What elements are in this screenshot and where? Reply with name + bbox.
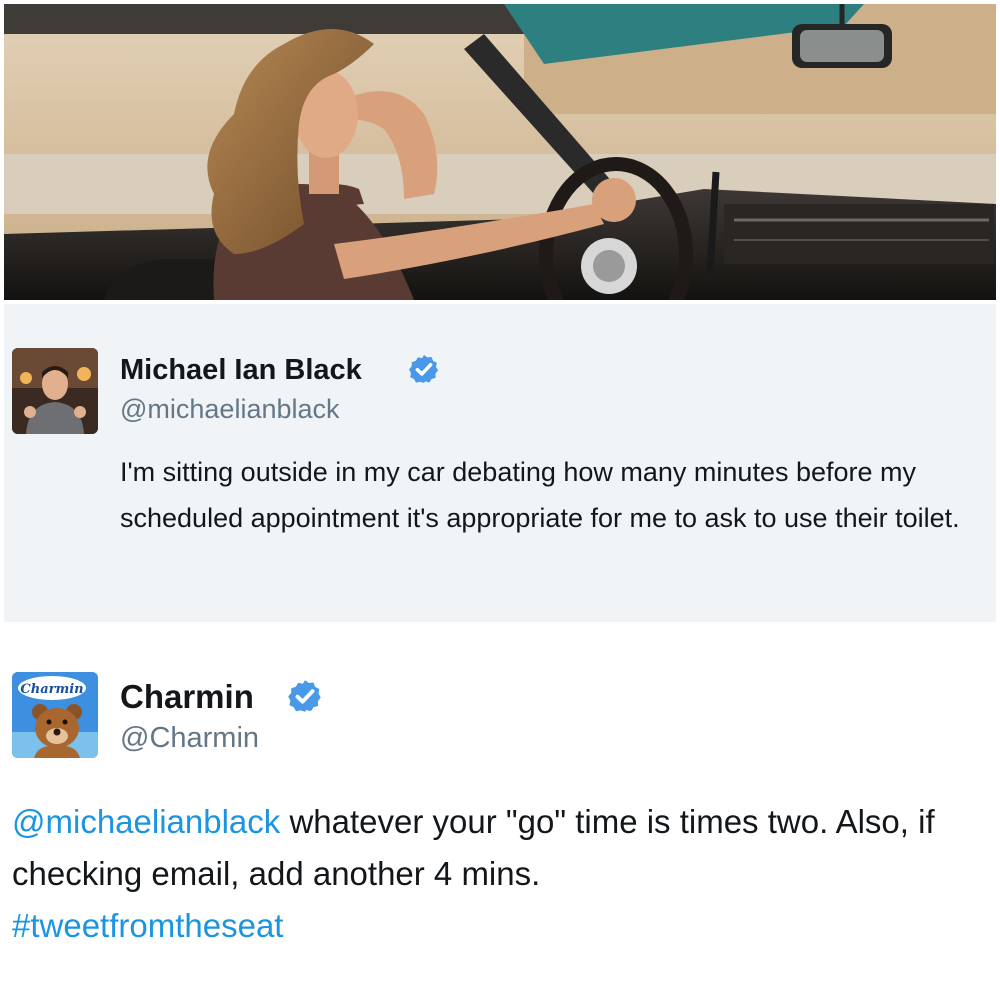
hashtag-link[interactable]: #tweetfromtheseat	[12, 907, 283, 944]
author-handle[interactable]: @Charmin	[120, 722, 259, 755]
header-photo	[4, 4, 996, 300]
avatar[interactable]: Charmin	[12, 672, 98, 758]
avatar[interactable]	[12, 348, 98, 434]
charmin-bear-logo-icon: Charmin	[12, 672, 98, 758]
author-name[interactable]: Charmin	[120, 678, 254, 716]
logo-text: Charmin	[20, 682, 83, 697]
tweet-text: I'm sitting outside in my car debating h…	[120, 457, 960, 533]
woman-driving-car-illustration	[4, 4, 996, 300]
author-name[interactable]: Michael Ian Black	[120, 354, 362, 387]
author-handle[interactable]: @michaelianblack	[120, 394, 340, 425]
verified-badge-icon	[409, 355, 438, 383]
tweet-text: @michaelianblack whatever your "go" time…	[12, 796, 992, 952]
profile-photo-icon	[12, 348, 98, 434]
mention-link[interactable]: @michaelianblack	[12, 803, 280, 840]
verified-badge-icon	[288, 680, 321, 712]
tweet-michael-ian-black: Michael Ian Black @michaelianblack I'm s…	[4, 304, 996, 622]
tweet-charmin: Charmin Charmin @Charmin @michaelianblac…	[0, 640, 1000, 1000]
